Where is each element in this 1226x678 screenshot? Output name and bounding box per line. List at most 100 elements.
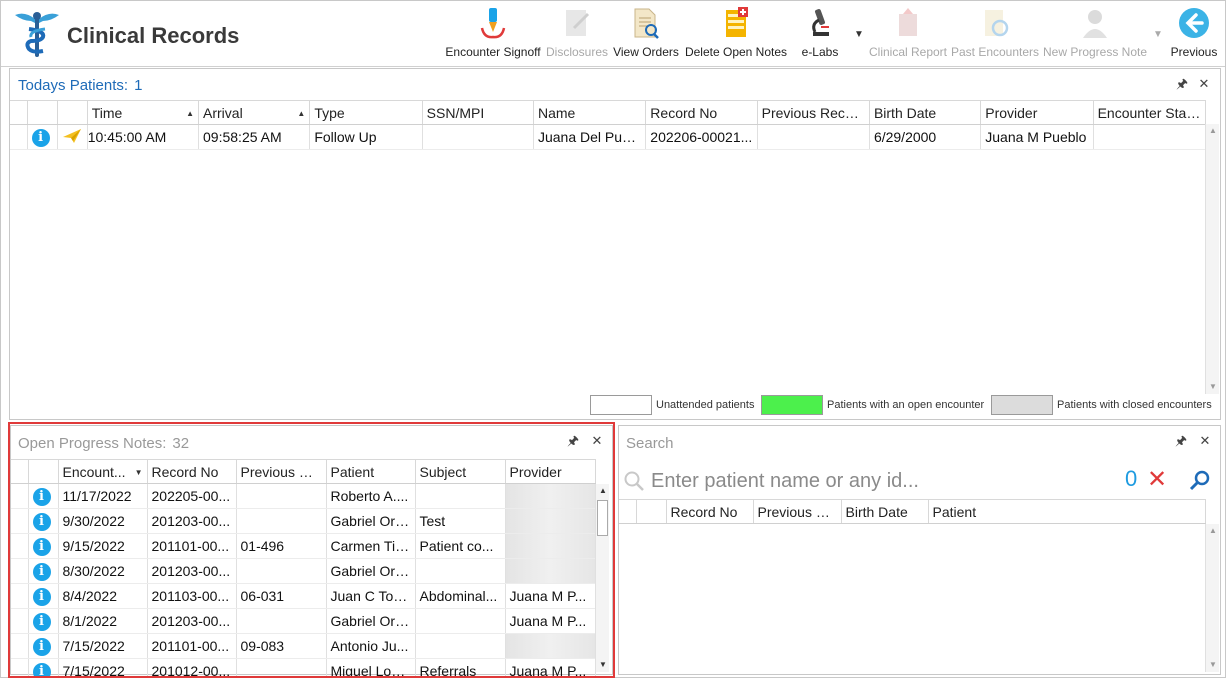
clinical-records-window: Clinical Records Encounter Signoff Discl… <box>0 0 1226 678</box>
scroll-up-icon[interactable]: ▲ <box>1206 124 1220 138</box>
search-panel: Search 🖈 ✕ 0 ✕ Record No Pre <box>618 425 1221 675</box>
close-icon[interactable]: ✕ <box>1197 433 1213 449</box>
table-header-row: Encount... ▼ Record No Previous Re... Pat… <box>11 459 596 484</box>
todays-patients-panel: Todays Patients: 1 🖈 ✕ Time ▲ Arrival ▲ Typ… <box>9 68 1221 420</box>
search-icon <box>623 470 645 495</box>
search-results-scrollbar[interactable]: ▲ ▼ <box>1205 524 1219 672</box>
column-header-previous-record[interactable]: Previous R... <box>753 499 842 524</box>
info-icon[interactable]: i <box>32 587 51 606</box>
e-labs-button[interactable]: e-Labs <box>797 5 843 63</box>
paper-plane-icon <box>62 128 82 147</box>
column-header-previous-record[interactable]: Previous Recor... <box>757 100 870 125</box>
table-row[interactable]: i 7/15/2022 201101-00... 09-083 Antonio Ju..… <box>11 633 596 659</box>
microscope-icon <box>803 5 837 41</box>
header: Clinical Records Encounter Signoff Discl… <box>1 1 1225 67</box>
table-row[interactable]: i 8/4/2022 201103-00... 06-031 Juan C Torr..… <box>11 583 596 609</box>
column-header-birth-date[interactable]: Birth Date <box>841 499 929 524</box>
patient-search-input[interactable] <box>651 466 1131 496</box>
disclosures-button[interactable]: Disclosures <box>546 5 608 63</box>
info-icon[interactable]: i <box>31 128 50 147</box>
info-icon[interactable]: i <box>32 562 51 581</box>
caduceus-logo-icon <box>13 9 61 59</box>
table-header-row: Time ▲ Arrival ▲ Type SSN/MPI Name Record … <box>10 100 1207 125</box>
search-panel-title: Search <box>626 435 674 452</box>
redacted-provider-cell <box>505 633 596 659</box>
unattended-swatch <box>590 395 652 415</box>
info-icon[interactable]: i <box>32 487 51 506</box>
clear-search-icon[interactable]: ✕ <box>1147 466 1167 494</box>
redacted-provider-cell <box>505 558 596 584</box>
open-progress-notes-panel: Open Progress Notes: 32 🖈 ✕ Encount... ▼ R… <box>10 425 613 678</box>
open-encounter-swatch <box>761 395 823 415</box>
redacted-provider-cell <box>505 533 596 559</box>
app-title: Clinical Records <box>67 23 240 48</box>
column-header-type[interactable]: Type <box>309 100 423 125</box>
column-header-birth-date[interactable]: Birth Date <box>869 100 982 125</box>
column-header-provider[interactable]: Provider <box>505 459 596 484</box>
table-row[interactable]: i 8/1/2022 201203-00... Gabriel Ort... Juana… <box>11 608 596 634</box>
column-header-encounter[interactable]: Encount... ▼ <box>58 459 148 484</box>
delete-open-notes-button[interactable]: Delete Open Notes <box>685 5 787 63</box>
column-header-record-no[interactable]: Record No <box>645 100 758 125</box>
redacted-provider-cell <box>505 508 596 534</box>
close-icon[interactable]: ✕ <box>589 433 605 449</box>
search-results-table: Record No Previous R... Birth Date Patie… <box>619 499 1206 524</box>
column-header-subject[interactable]: Subject <box>415 459 506 484</box>
sort-ascending-icon: ▲ <box>186 108 195 118</box>
column-header-record-no[interactable]: Record No <box>147 459 237 484</box>
past-encounters-button[interactable]: Past Encounters <box>951 5 1039 63</box>
column-header-name[interactable]: Name <box>533 100 647 125</box>
todays-patients-title: Todays Patients: 1 <box>18 77 143 94</box>
info-icon[interactable]: i <box>32 637 51 656</box>
pin-icon[interactable]: 🖈 <box>1174 76 1190 92</box>
view-orders-document-icon <box>629 5 663 41</box>
column-header-time[interactable]: Time ▲ <box>87 100 200 125</box>
closed-encounter-swatch <box>991 395 1053 415</box>
scroll-thumb[interactable] <box>597 500 608 536</box>
open-progress-notes-title: Open Progress Notes: 32 <box>18 435 190 452</box>
scroll-up-icon[interactable]: ▲ <box>1206 524 1220 538</box>
new-progress-note-button[interactable]: New Progress Note <box>1043 5 1147 63</box>
pin-icon[interactable]: 🖈 <box>565 433 581 449</box>
column-header-previous-record[interactable]: Previous Re... <box>236 459 327 484</box>
previous-button[interactable]: Previous <box>1169 5 1219 63</box>
scroll-down-icon[interactable]: ▼ <box>1206 380 1220 394</box>
clinical-report-button[interactable]: Clinical Report <box>869 5 947 63</box>
signoff-pen-icon <box>476 5 510 41</box>
scroll-up-icon[interactable]: ▲ <box>596 484 610 498</box>
table-row[interactable]: i 11/17/2022 202205-00... Roberto A.... <box>11 483 596 509</box>
sort-descending-icon: ▼ <box>134 467 143 477</box>
new-progress-note-person-icon <box>1078 5 1112 41</box>
legend-unattended: Unattended patients <box>590 395 754 415</box>
pin-icon[interactable]: 🖈 <box>1173 433 1189 449</box>
open-notes-scrollbar[interactable]: ▲ ▼ <box>595 484 609 672</box>
column-header-patient[interactable]: Patient <box>928 499 1206 524</box>
table-row[interactable]: i 7/15/2022 201012-00... Miguel Lop... Refer… <box>11 658 596 678</box>
scroll-down-icon[interactable]: ▼ <box>596 658 610 672</box>
new-progress-note-dropdown-arrow-icon[interactable]: ▼ <box>1153 29 1163 40</box>
view-orders-button[interactable]: View Orders <box>613 5 679 63</box>
redacted-provider-cell <box>505 483 596 509</box>
info-icon[interactable]: i <box>32 612 51 631</box>
column-header-patient[interactable]: Patient <box>326 459 416 484</box>
column-header-ssn[interactable]: SSN/MPI <box>422 100 534 125</box>
info-icon[interactable]: i <box>32 512 51 531</box>
column-header-encounter-status[interactable]: Encounter Stat... <box>1093 100 1207 125</box>
info-icon[interactable]: i <box>32 537 51 556</box>
info-icon[interactable]: i <box>32 662 51 678</box>
column-header-record-no[interactable]: Record No <box>666 499 754 524</box>
table-row[interactable]: i 8/30/2022 201203-00... Gabriel Ort... <box>11 558 596 584</box>
encounter-signoff-button[interactable]: Encounter Signoff <box>445 5 541 63</box>
column-header-provider[interactable]: Provider <box>980 100 1094 125</box>
scroll-down-icon[interactable]: ▼ <box>1206 658 1220 672</box>
back-arrow-icon <box>1177 5 1211 41</box>
table-row[interactable]: i 10:45:00 AM 09:58:25 AM Follow Up Juan… <box>10 124 1207 150</box>
todays-patients-scrollbar[interactable]: ▲ ▼ <box>1205 124 1219 394</box>
close-icon[interactable]: ✕ <box>1196 76 1212 92</box>
table-row[interactable]: i 9/15/2022 201101-00... 01-496 Carmen Tir..… <box>11 533 596 559</box>
e-labs-dropdown-arrow-icon[interactable]: ▼ <box>854 29 864 40</box>
column-header-arrival[interactable]: Arrival ▲ <box>198 100 311 125</box>
table-row[interactable]: i 9/30/2022 201203-00... Gabriel Ort... Test <box>11 508 596 534</box>
legend-closed: Patients with closed encounters <box>991 395 1212 415</box>
search-magnifier-icon[interactable] <box>1189 469 1211 494</box>
